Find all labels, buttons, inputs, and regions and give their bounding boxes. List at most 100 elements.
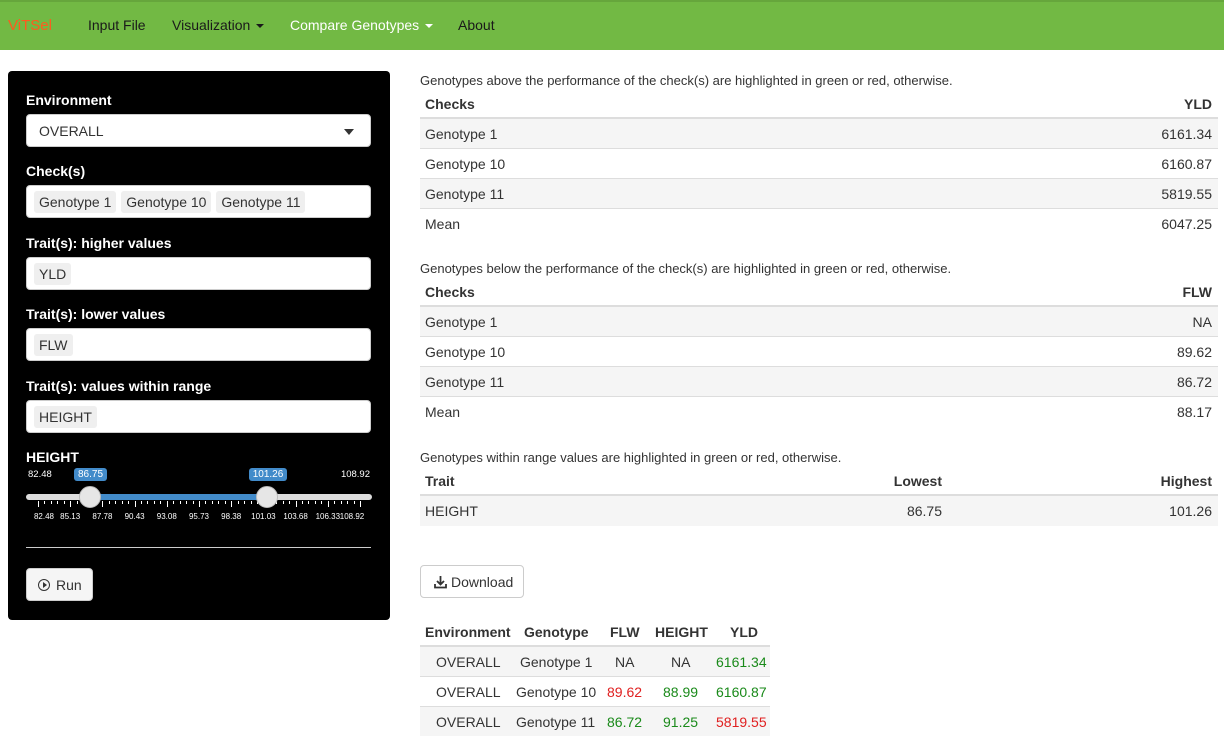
trait-chip[interactable]: HEIGHT [34,406,97,428]
table-row: Genotype 1 NA [420,307,1218,337]
slider-minor-tick [308,501,310,504]
slider-tick [166,501,168,507]
table-row: OVERALL Genotype 10 89.62 88.99 6160.87 [420,677,770,707]
slider-minor-tick [128,501,130,504]
nav-compare-genotypes-label: Compare Genotypes [290,17,420,33]
row-label: Genotype 10 [425,156,506,172]
slider-minor-tick [289,501,291,504]
row-label: Genotype 1 [425,126,498,142]
row-value: 6047.25 [1161,216,1212,232]
results-table: Environment Genotype FLW HEIGHT YLD OVER… [420,619,770,736]
row-value: NA [1192,314,1212,330]
navbar: ViTSel Input File Visualization Compare … [0,0,1224,50]
row-trait: HEIGHT [425,503,478,519]
slider-tick [295,501,297,507]
slider-minor-tick [302,501,304,504]
slider-tick-label: 103.68 [283,512,308,521]
slider-tick-label: 90.43 [124,512,145,521]
slider-minor-tick [108,501,110,504]
table-header: Trait Lowest Highest [420,468,1218,496]
row-label: Mean [425,404,461,420]
trait-chip[interactable]: FLW [34,334,73,356]
app-brand[interactable]: ViTSel [8,17,52,34]
download-button[interactable]: Download [420,565,524,598]
slider-tick-label: 87.78 [92,512,113,521]
lower-traits-label: Trait(s): lower values [26,306,166,322]
nav-visualization[interactable]: Visualization [172,17,265,33]
higher-checks-table: Checks YLD Genotype 1 6161.34 Genotype 10… [420,91,1218,239]
check-chip[interactable]: Genotype 1 [34,191,117,213]
environment-label: Environment [26,92,112,108]
slider-ticks [26,501,372,507]
slider-minor-tick [76,501,78,504]
table-row: Genotype 1 6161.34 [420,119,1218,149]
cell-height: NA [671,654,691,670]
slider-selected-range [90,494,267,500]
row-label: Mean [425,216,461,232]
table-header: Checks YLD [420,91,1218,119]
height-range-slider[interactable]: 82.48 108.92 86.75 101.26 82.48 85.13 87.7… [26,468,372,531]
slider-minor-tick [50,501,52,504]
slider-minor-tick [321,501,323,504]
header-environment: Environment [425,624,511,640]
header-checks: Checks [425,96,475,112]
run-button-label: Run [56,577,82,593]
slider-tick-label: 108.92 [339,512,365,521]
table-row: Genotype 10 6160.87 [420,149,1218,179]
table-row: OVERALL Genotype 1 NA NA 6161.34 [420,647,770,677]
slider-minor-tick [237,501,239,504]
cell-environment: OVERALL [436,714,501,730]
slider-minor-tick [63,501,65,504]
checks-input[interactable]: Genotype 1 Genotype 10 Genotype 11 [26,185,371,218]
cell-flw: 89.62 [607,684,643,700]
run-button[interactable]: Run [26,568,93,601]
check-chip[interactable]: Genotype 10 [121,191,212,213]
play-circle-icon [38,579,50,591]
slider-tick-label: 101.03 [251,512,276,521]
nav-visualization-label: Visualization [172,17,251,33]
header-trait: Trait [425,473,455,489]
row-value: 6161.34 [1161,126,1212,142]
slider-tick-label: 98.38 [221,512,242,521]
slider-handle-from[interactable] [79,486,101,508]
slider-minor-tick [205,501,207,504]
lower-traits-input[interactable]: FLW [26,328,371,361]
nav-input-file[interactable]: Input File [88,17,146,33]
slider-tick [231,501,233,507]
slider-minor-tick [218,501,220,504]
slider-to-value: 101.26 [248,468,288,481]
slider-tick [360,501,361,507]
slider-minor-tick [340,501,342,504]
cell-genotype: Genotype 10 [516,684,597,700]
table-row: Mean 88.17 [420,397,1218,427]
cell-height: 91.25 [663,714,699,730]
range-traits-input[interactable]: HEIGHT [26,400,371,433]
slider-tick [327,501,329,507]
slider-minor-tick [115,501,117,504]
slider-minor-tick [224,501,226,504]
nav-compare-genotypes[interactable]: Compare Genotypes [290,17,434,33]
higher-traits-input[interactable]: YLD [26,257,371,290]
slider-tick-label: 82.48 [33,512,55,521]
slider-max-label: 108.92 [340,469,370,480]
trait-chip[interactable]: YLD [34,263,72,285]
row-label: Genotype 11 [425,186,505,202]
download-icon [434,576,447,589]
range-traits-label: Trait(s): values within range [26,378,212,394]
slider-tick-label: 85.13 [60,512,81,521]
slider-minor-tick [44,501,46,504]
slider-from-value: 86.75 [74,468,108,481]
environment-select[interactable]: OVERALL [26,114,371,147]
row-value: 86.72 [1176,374,1212,390]
download-button-label: Download [451,574,514,590]
header-lowest: Lowest [893,473,942,489]
header-flw: FLW [1182,284,1212,300]
slider-tick-label: 106.33 [315,512,341,521]
height-slider-label: HEIGHT [26,449,79,465]
slider-handle-to[interactable] [255,486,278,508]
check-chip[interactable]: Genotype 11 [216,191,306,213]
slider-tick [38,501,39,507]
slider-min-label: 82.48 [28,469,52,480]
sidebar-divider [26,547,371,548]
nav-about[interactable]: About [458,17,495,33]
